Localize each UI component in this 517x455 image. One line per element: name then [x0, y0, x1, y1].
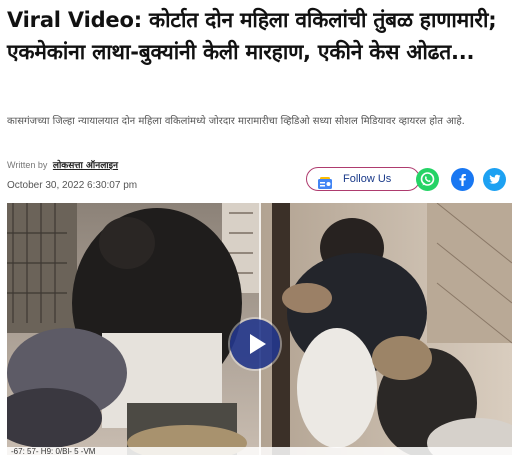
facebook-icon [459, 174, 466, 186]
google-news-icon [317, 174, 332, 189]
headline: Viral Video: कोर्टात दोन महिला वकिलांची … [7, 8, 497, 64]
publish-date: October 30, 2022 6:30:07 pm [7, 180, 138, 191]
author-link[interactable]: लोकसत्ता ऑनलाइन [53, 161, 118, 171]
video-caption-strip: -67: 57- H9: 0/Bl- 5 -VM [7, 447, 512, 455]
whatsapp-share-button[interactable] [416, 168, 439, 191]
byline: Written by लोकसत्ता ऑनलाइन [7, 158, 118, 171]
written-by-label: Written by [7, 160, 48, 170]
article: Viral Video: कोर्टात दोन महिला वकिलांची … [0, 0, 517, 455]
article-summary: कासगंजच्या जिल्हा न्यायालयात दोन महिला व… [7, 116, 465, 127]
follow-us-label: Follow Us [343, 173, 392, 185]
video-player[interactable]: -67: 57- H9: 0/Bl- 5 -VM [7, 203, 512, 455]
play-icon [249, 334, 266, 354]
twitter-share-button[interactable] [483, 168, 506, 191]
twitter-icon [489, 174, 501, 184]
facebook-share-button[interactable] [451, 168, 474, 191]
whatsapp-icon [420, 172, 435, 186]
play-button[interactable] [230, 319, 280, 369]
follow-us-button[interactable]: Follow Us [306, 167, 420, 191]
